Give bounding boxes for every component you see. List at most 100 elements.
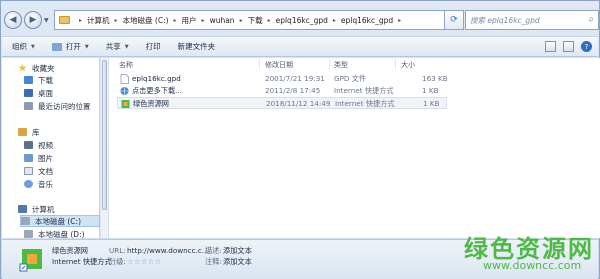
rating-stars[interactable]: ☆☆☆☆☆ [127, 257, 162, 266]
scrollbar-thumb[interactable] [102, 60, 107, 210]
address-bar[interactable]: ▸ 计算机 ▸ 本地磁盘 (C:) ▸ 用户 ▸ wuhan ▸ 下载 ▸ ep… [54, 10, 449, 30]
organize-menu[interactable]: 组织 ▼ [12, 41, 35, 52]
sidebar-scrollbar[interactable] [100, 58, 108, 238]
breadcrumb-item[interactable]: 计算机 [87, 15, 110, 26]
forward-button[interactable]: ▶ [24, 11, 42, 29]
open-icon [51, 42, 62, 51]
chevron-right-icon[interactable]: ▸ [174, 17, 177, 24]
column-divider[interactable] [329, 59, 330, 69]
file-date: 2011/2/8 17:45 [265, 86, 321, 95]
print-button[interactable]: 打印 [146, 41, 161, 52]
new-folder-button[interactable]: 新建文件夹 [178, 41, 216, 52]
description-value[interactable]: 添加文本 [223, 246, 252, 256]
column-size[interactable]: 大小 [401, 60, 415, 70]
sidebar-item-label: 库 [32, 127, 40, 137]
url-value[interactable]: http://www.downcc.c... [127, 246, 209, 255]
sidebar-item-label: 文档 [38, 166, 53, 176]
back-button[interactable]: ◀ [4, 11, 22, 29]
search-input[interactable]: 搜索 eplq16kc_gpd ⌕ [465, 10, 599, 30]
file-date: 2001/7/21 19:31 [265, 74, 325, 83]
sidebar-item-label: 计算机 [32, 204, 55, 214]
details-type: Internet 快捷方式 [52, 257, 112, 266]
file-icon [120, 74, 129, 84]
chevron-right-icon[interactable]: ▸ [333, 17, 336, 24]
computer-icon [18, 205, 27, 213]
sidebar-item-label: 收藏夹 [32, 63, 55, 73]
sidebar-item-downloads[interactable]: 下载 [24, 74, 53, 86]
column-divider[interactable] [259, 59, 260, 69]
breadcrumb-item[interactable]: 本地磁盘 (C:) [123, 15, 169, 26]
organize-label: 组织 [12, 42, 27, 51]
chevron-right-icon[interactable]: ▸ [202, 17, 205, 24]
document-icon [24, 167, 33, 175]
sidebar-item-videos[interactable]: 视频 [24, 139, 53, 151]
drive-icon [24, 230, 33, 238]
print-label: 打印 [145, 42, 161, 51]
sidebar-item-music[interactable]: 音乐 [24, 178, 53, 190]
help-icon[interactable]: ? [581, 41, 592, 52]
sidebar-item-pictures[interactable]: 图片 [24, 152, 53, 164]
sidebar-item-computer[interactable]: 计算机 [18, 203, 55, 215]
breadcrumb-item[interactable]: 下载 [248, 15, 263, 26]
url-label: URL: [109, 246, 126, 255]
drive-icon [21, 217, 30, 225]
share-label: 共享 [105, 42, 121, 51]
sidebar-item-label: 本地磁盘 (D:) [38, 229, 85, 239]
sidebar-item-libraries[interactable]: 库 [18, 126, 40, 138]
file-name: 点击更多下载... [132, 86, 182, 95]
folder-icon [59, 16, 70, 24]
column-divider[interactable] [395, 59, 396, 69]
breadcrumb-item[interactable]: eplq16kc_gpd [276, 16, 328, 25]
chevron-right-icon[interactable]: ▸ [268, 17, 271, 24]
star-icon [18, 64, 27, 72]
open-button[interactable]: 打开 ▼ [51, 41, 89, 52]
column-name[interactable]: 名称 [119, 60, 133, 70]
chevron-right-icon[interactable]: ▸ [398, 17, 401, 24]
rating-label: 分级: [109, 257, 126, 266]
table-row[interactable]: eplq16kc.gpd 2001/7/21 19:31 GPD 文件 163 … [117, 73, 448, 85]
sidebar-item-drive-c[interactable]: 本地磁盘 (C:) [20, 215, 100, 227]
chevron-right-icon[interactable]: ▸ [79, 17, 82, 24]
desktop-icon [24, 89, 33, 97]
sidebar-item-favorites[interactable]: 收藏夹 [18, 62, 55, 74]
watermark-url: www.downcc.com [483, 259, 582, 272]
breadcrumb-item[interactable]: wuhan [210, 16, 235, 25]
download-folder-icon [24, 76, 33, 84]
sidebar-item-documents[interactable]: 文档 [24, 165, 53, 177]
view-options-button[interactable] [545, 41, 556, 52]
open-label: 打开 [65, 42, 81, 51]
column-type[interactable]: 类型 [334, 60, 348, 70]
breadcrumb-item[interactable]: eplq16kc_gpd [341, 16, 393, 25]
chevron-right-icon[interactable]: ▸ [115, 17, 118, 24]
sidebar-item-label: 下载 [38, 75, 53, 85]
table-row[interactable]: 绿色资源网 2018/11/12 14:49 Internet 快捷方式 1 K… [117, 97, 447, 109]
share-menu[interactable]: 共享 ▼ [106, 41, 129, 52]
chevron-right-icon[interactable]: ▸ [240, 17, 243, 24]
sidebar-item-label: 桌面 [38, 88, 53, 98]
sidebar-item-label: 视频 [38, 140, 53, 150]
file-type: GPD 文件 [334, 74, 367, 83]
table-row[interactable]: 点击更多下载... 2011/2/8 17:45 Internet 快捷方式 1… [117, 85, 447, 97]
file-size: 163 KB [422, 74, 448, 83]
site-logo-icon [121, 100, 130, 108]
file-date: 2018/11/12 14:49 [266, 99, 331, 108]
description-label: 描述: [205, 246, 222, 255]
new-folder-label: 新建文件夹 [177, 42, 216, 51]
sidebar-item-desktop[interactable]: 桌面 [24, 87, 53, 99]
refresh-button[interactable]: ⟳ [444, 10, 464, 30]
search-icon[interactable]: ⌕ [588, 14, 594, 25]
sidebar-item-label: 本地磁盘 (C:) [35, 216, 81, 226]
file-type: Internet 快捷方式 [334, 86, 394, 95]
breadcrumb-item[interactable]: 用户 [182, 15, 197, 26]
history-dropdown-icon[interactable]: ▼ [44, 17, 52, 24]
preview-pane-button[interactable] [563, 41, 574, 52]
search-placeholder: 搜索 eplq16kc_gpd [470, 15, 540, 25]
notes-value[interactable]: 添加文本 [223, 257, 252, 267]
sidebar-item-recent[interactable]: 最近访问的位置 [24, 100, 91, 112]
column-date[interactable]: 修改日期 [265, 60, 293, 70]
recent-places-icon [24, 102, 33, 110]
breadcrumb: ▸ 计算机 ▸ 本地磁盘 (C:) ▸ 用户 ▸ wuhan ▸ 下载 ▸ ep… [74, 15, 406, 26]
file-name: 绿色资源网 [133, 99, 169, 108]
details-name: 绿色资源网 [52, 246, 88, 255]
music-icon [24, 180, 33, 188]
